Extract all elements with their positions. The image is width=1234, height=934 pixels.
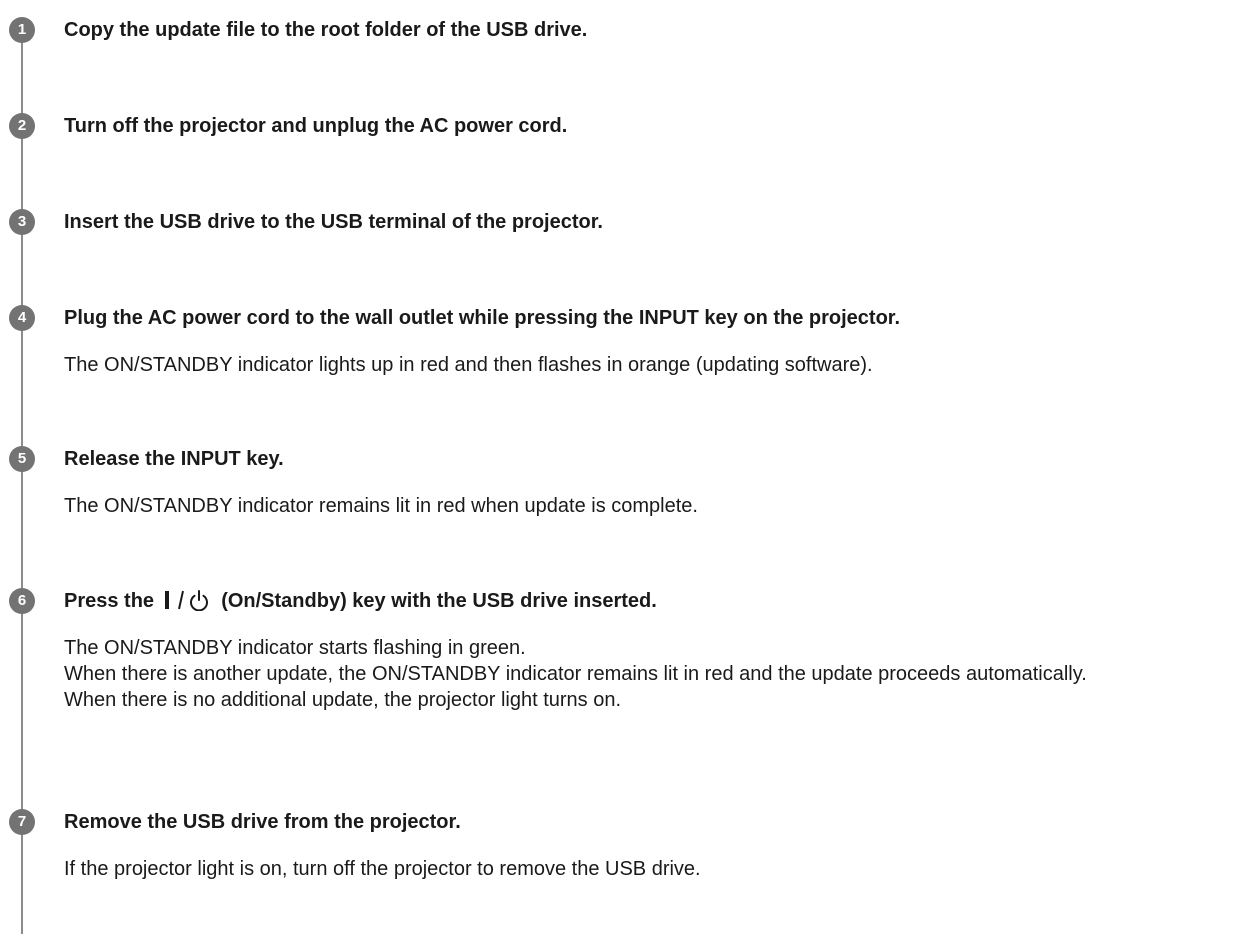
step-title: Release the INPUT key.	[64, 448, 284, 470]
step-title: Remove the USB drive from the projector.	[64, 811, 461, 833]
step-description: The ON/STANDBY indicator lights up in re…	[64, 352, 1230, 378]
step-title-before: Press the	[64, 590, 155, 612]
step-number-badge: 4	[9, 305, 35, 331]
description-line: The ON/STANDBY indicator starts flashing…	[64, 637, 526, 659]
step-number-badge: 1	[9, 17, 35, 43]
description-line: The ON/STANDBY indicator remains lit in …	[64, 495, 698, 517]
step-title: Turn off the projector and unplug the AC…	[64, 115, 568, 137]
description-line: The ON/STANDBY indicator lights up in re…	[64, 354, 873, 376]
step-number-badge: 7	[9, 809, 35, 835]
step-description: The ON/STANDBY indicator remains lit in …	[64, 493, 1230, 519]
description-line: When there is another update, the ON/STA…	[64, 663, 1087, 685]
step-title: Press the (On/Standby) key with the USB …	[64, 589, 657, 617]
step-description: If the projector light is on, turn off t…	[64, 856, 1230, 882]
step-number-badge: 5	[9, 446, 35, 472]
step-description: The ON/STANDBY indicator starts flashing…	[64, 635, 1230, 713]
description-line: When there is no additional update, the …	[64, 689, 622, 711]
step-number-badge: 2	[9, 113, 35, 139]
timeline-line	[21, 26, 23, 934]
step-title: Plug the AC power cord to the wall outle…	[64, 307, 901, 329]
procedure-steps: 1 Copy the update file to the root folde…	[0, 0, 1234, 934]
step-title-after: (On/Standby) key with the USB drive inse…	[221, 590, 657, 612]
step-number-badge: 3	[9, 209, 35, 235]
step-title: Insert the USB drive to the USB terminal…	[64, 211, 603, 233]
on-standby-power-icon	[162, 589, 212, 617]
step-title: Copy the update file to the root folder …	[64, 19, 588, 41]
step-number-badge: 6	[9, 588, 35, 614]
description-line: If the projector light is on, turn off t…	[64, 858, 701, 880]
